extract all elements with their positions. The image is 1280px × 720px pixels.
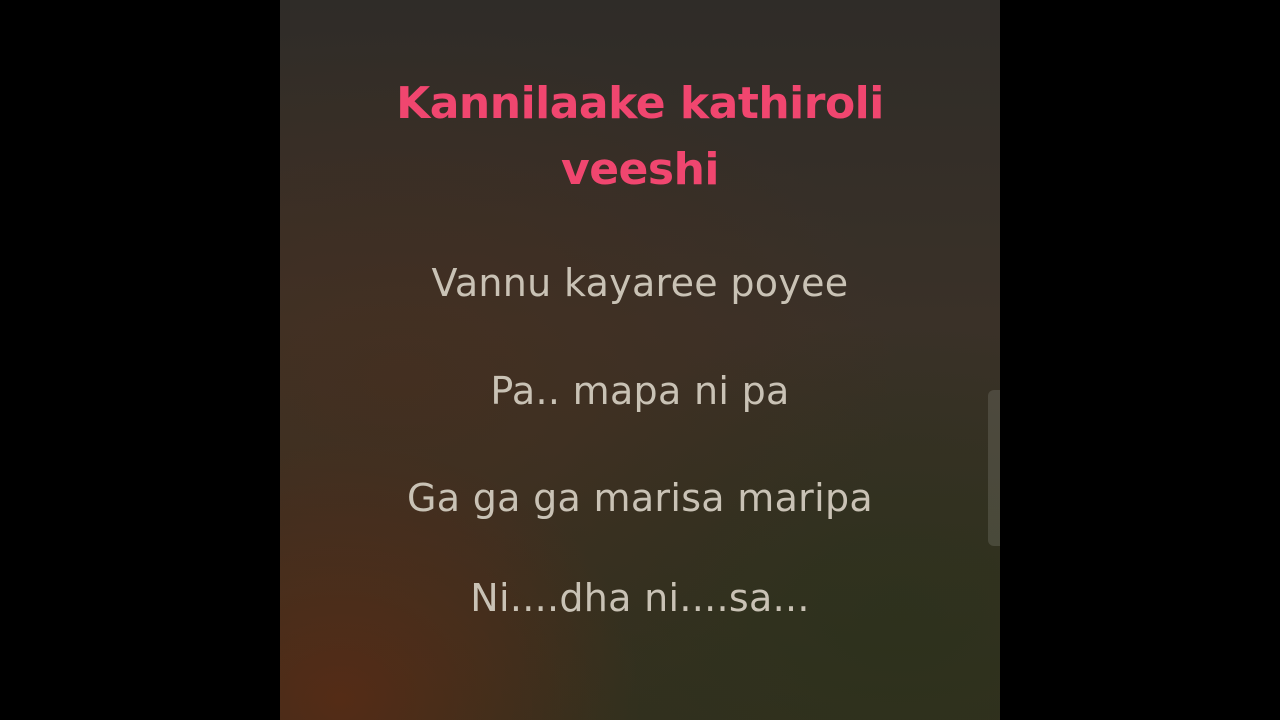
lyric-line: Ga ga ga marisa maripa <box>407 476 873 520</box>
lyric-line: Pa.. mapa ni pa <box>490 369 790 413</box>
video-frame: Kannilaake kathiroli veeshi Vannu kayare… <box>0 0 1280 720</box>
current-lyric-line-1: Kannilaake kathiroli <box>396 78 884 129</box>
lyric-line: Ni....dha ni....sa... <box>470 576 810 620</box>
scrollbar-thumb[interactable] <box>988 390 1000 546</box>
lyrics-panel: Kannilaake kathiroli veeshi Vannu kayare… <box>280 0 1000 720</box>
lyric-line: Vannu kayaree poyee <box>431 261 849 305</box>
current-lyric-line-2: veeshi <box>561 144 719 195</box>
